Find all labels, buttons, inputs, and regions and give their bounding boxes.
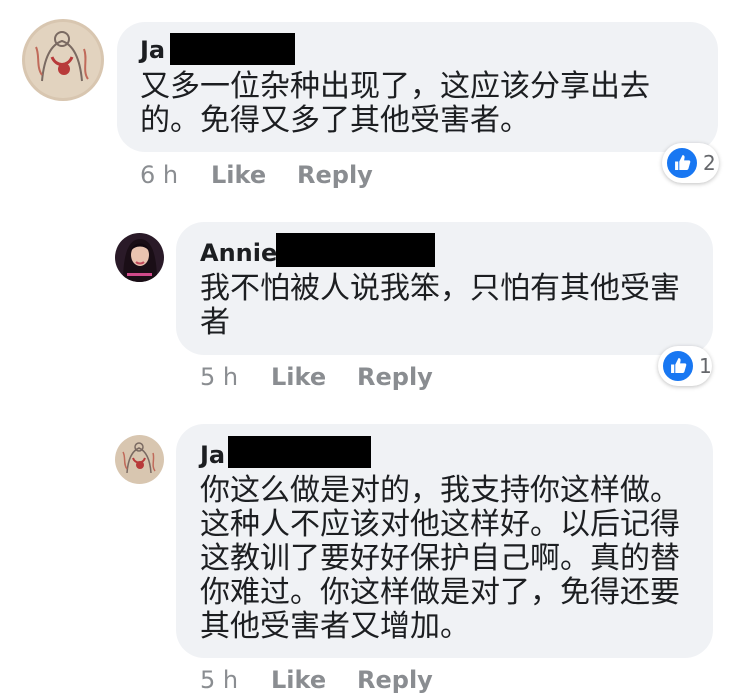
reply-button[interactable]: Reply (297, 161, 373, 189)
reaction-badge[interactable]: 2 (662, 143, 719, 183)
comment-actions: 6 h Like Reply (140, 161, 440, 189)
comment-actions: 5 h Like Reply (200, 666, 500, 694)
comment-author[interactable]: Ja (200, 441, 225, 469)
comment-author[interactable]: Annie (200, 239, 277, 267)
reply-button[interactable]: Reply (357, 363, 433, 391)
comment-timestamp[interactable]: 5 h (200, 666, 238, 694)
comment-author[interactable]: Ja (140, 36, 165, 64)
redacted-name (276, 233, 435, 267)
comment-timestamp[interactable]: 5 h (200, 363, 238, 391)
reply-button[interactable]: Reply (357, 666, 433, 694)
illustrated-figure-avatar-icon (22, 19, 104, 101)
woman-portrait-avatar-icon (115, 233, 164, 282)
illustrated-figure-avatar-icon (115, 435, 164, 484)
comment-actions: 5 h Like Reply (200, 363, 500, 391)
comment-text: 你这么做是对的，我支持你这样做。这种人不应该对他这样好。以后记得这教训了要好好保… (200, 473, 680, 644)
thumbs-up-icon (661, 349, 695, 383)
commenter-avatar[interactable] (22, 19, 104, 101)
like-button[interactable]: Like (271, 666, 326, 694)
comment-text: 又多一位杂种出现了，这应该分享出去的。免得又多了其他受害者。 (140, 69, 650, 138)
reaction-count: 2 (703, 151, 716, 175)
redacted-name (170, 33, 295, 65)
like-button[interactable]: Like (271, 363, 326, 391)
comment-timestamp[interactable]: 6 h (140, 161, 178, 189)
comment-text: 我不怕被人说我笨，只怕有其他受害者 (200, 271, 680, 340)
redacted-name (228, 436, 371, 468)
thumbs-up-icon (665, 146, 699, 180)
commenter-avatar[interactable] (115, 435, 164, 484)
commenter-avatar[interactable] (115, 233, 164, 282)
like-button[interactable]: Like (211, 161, 266, 189)
reaction-badge[interactable]: 1 (658, 346, 712, 386)
reaction-count: 1 (699, 354, 712, 378)
